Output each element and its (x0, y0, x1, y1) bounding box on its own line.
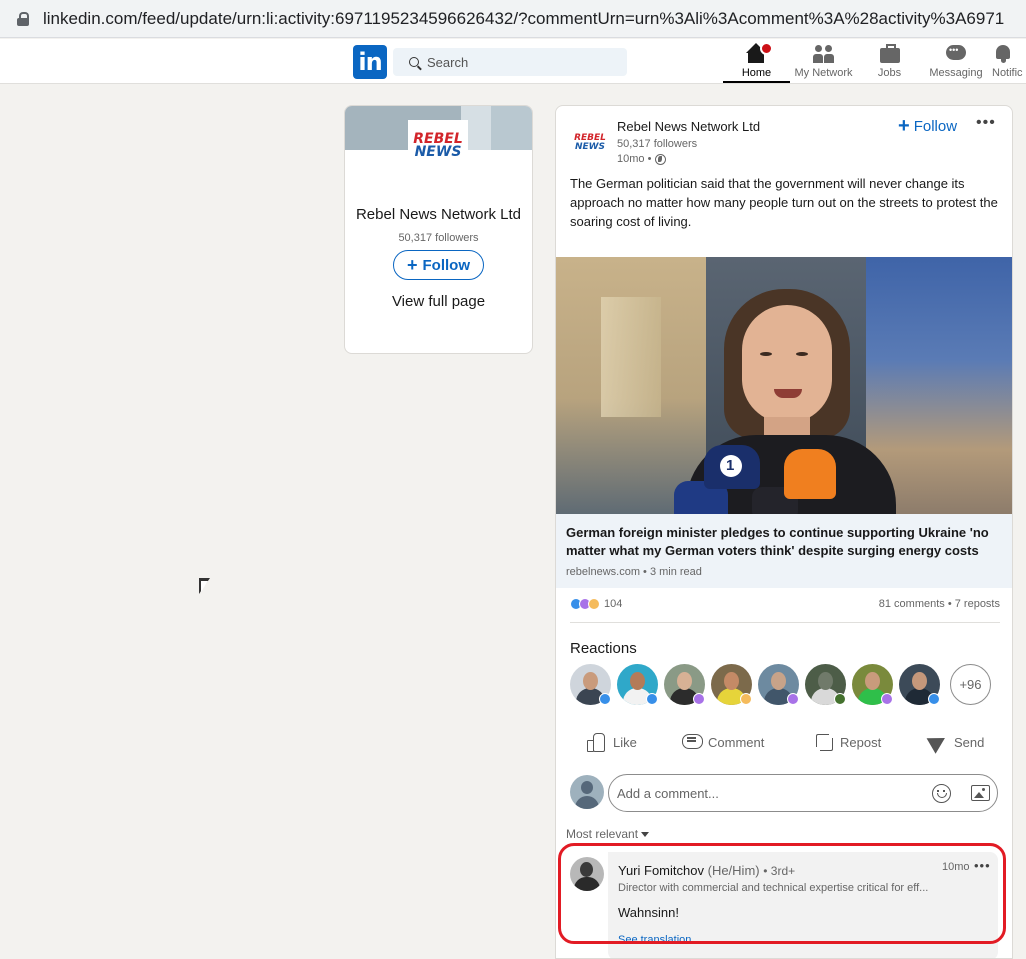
nav-item-my-network[interactable]: My Network (790, 39, 857, 83)
search-icon (409, 57, 419, 67)
search-placeholder[interactable]: Search (427, 55, 468, 70)
post-time-text: 10mo • (617, 153, 652, 165)
top-nav: in Search Home My Network Jobs Messaging… (0, 39, 1026, 84)
article-link[interactable]: German foreign minister pledges to conti… (556, 514, 1012, 588)
like-icon (587, 732, 607, 752)
company-followers: 50,317 followers (398, 232, 479, 244)
view-full-page-link[interactable]: View full page (345, 293, 532, 310)
article-title[interactable]: German foreign minister pledges to conti… (566, 524, 1004, 560)
curious-badge-icon (787, 693, 799, 705)
curious-badge-icon (881, 693, 893, 705)
nav-item-jobs[interactable]: Jobs (857, 39, 922, 83)
insightful-badge-icon (740, 693, 752, 705)
like-badge-icon (646, 693, 658, 705)
like-badge-icon (599, 693, 611, 705)
reactions-title: Reactions (570, 640, 637, 657)
comment-text: Wahnsinn! (618, 905, 679, 920)
send-label: Send (954, 734, 985, 750)
post-time: 10mo • (617, 153, 667, 165)
lock-icon (17, 11, 29, 26)
article-source: rebelnews.com • 3 min read (566, 566, 702, 578)
repost-label: Repost (840, 734, 882, 750)
comment-button[interactable]: Comment (682, 726, 764, 758)
comment-time: 10mo (942, 861, 970, 873)
company-logo[interactable]: REBEL NEWS (408, 120, 468, 172)
more-reactors-button[interactable]: +96 (950, 664, 991, 705)
nav-label-notifications: Notific (992, 67, 1023, 79)
social-counts: 104 81 comments • 7 reposts (570, 596, 1000, 614)
my-avatar[interactable] (570, 775, 604, 809)
like-button[interactable]: Like (587, 726, 637, 758)
repost-button[interactable]: Repost (814, 726, 881, 758)
post-author-logo[interactable]: REBEL NEWS (570, 123, 610, 163)
company-name[interactable]: Rebel News Network Ltd (345, 204, 532, 226)
nav-item-messaging[interactable]: Messaging (922, 39, 990, 83)
follow-label: Follow (422, 256, 471, 274)
notifications-icon (992, 43, 1016, 65)
logo-word-news: NEWS (414, 144, 462, 160)
nav-label-messaging: Messaging (929, 67, 983, 79)
messaging-icon (944, 43, 968, 65)
send-icon (928, 732, 948, 752)
company-banner: REBEL NEWS (345, 106, 532, 172)
company-follow-button[interactable]: + Follow (393, 250, 484, 280)
insightful-reaction-icon (588, 598, 600, 610)
linkedin-logo[interactable]: in (353, 45, 387, 79)
add-comment-box[interactable] (608, 774, 998, 812)
comment-input[interactable] (617, 781, 917, 805)
celebrate-badge-icon (834, 693, 846, 705)
comments-reposts-count[interactable]: 81 comments • 7 reposts (879, 598, 1000, 610)
company-card: REBEL NEWS Rebel News Network Ltd 50,317… (344, 105, 533, 354)
commenter-name-line[interactable]: Yuri Fomitchov (He/Him) • 3rd+ (618, 863, 795, 878)
emoji-icon[interactable] (932, 784, 951, 803)
commenter-name[interactable]: Yuri Fomitchov (618, 863, 704, 878)
home-icon (745, 42, 773, 65)
commenter-headline: Director with commercial and technical e… (618, 882, 929, 894)
jobs-icon (878, 43, 902, 65)
logo-word-news: NEWS (574, 142, 606, 152)
comment-bubble: Yuri Fomitchov (He/Him) • 3rd+ Director … (608, 852, 998, 958)
post-author-name[interactable]: Rebel News Network Ltd (617, 119, 760, 134)
reaction-count-text: 104 (604, 598, 623, 610)
nav-label-jobs: Jobs (877, 67, 902, 79)
plus-icon: + (406, 255, 418, 275)
commenter-degree: • 3rd+ (763, 864, 796, 878)
comment-icon (682, 732, 703, 752)
plus-icon: + (898, 115, 910, 137)
post-more-icon[interactable]: ••• (976, 114, 996, 132)
search-bar[interactable]: Search (393, 48, 627, 76)
globe-icon (655, 153, 667, 165)
commenter-avatar[interactable] (570, 857, 604, 891)
curious-badge-icon (693, 693, 705, 705)
post-actions: Like Comment Repost Send (556, 726, 1012, 758)
nav-item-home[interactable]: Home (723, 39, 790, 83)
sort-label: Most relevant (566, 827, 639, 841)
post-follow-label: Follow (913, 117, 958, 135)
article-image[interactable] (556, 257, 1012, 514)
see-translation-link[interactable]: See translation (618, 934, 691, 946)
repost-icon (814, 732, 834, 752)
comment-label: Comment (708, 734, 765, 750)
post-card: REBEL NEWS Rebel News Network Ltd 50,317… (555, 105, 1013, 959)
nav-label-my-network: My Network (794, 67, 853, 79)
browser-address-bar[interactable]: linkedin.com/feed/update/urn:li:activity… (0, 0, 1026, 38)
reaction-count[interactable]: 104 (570, 598, 622, 610)
caret-down-icon (641, 831, 650, 837)
like-badge-icon (928, 693, 940, 705)
nav-label-home: Home (741, 67, 772, 79)
address-url[interactable]: linkedin.com/feed/update/urn:li:activity… (43, 9, 1004, 29)
commenter-pronouns: (He/Him) (707, 863, 760, 878)
sort-dropdown[interactable]: Most relevant (566, 827, 650, 841)
like-label: Like (613, 734, 637, 750)
image-icon[interactable] (971, 785, 990, 801)
comment-more-icon[interactable]: ••• (974, 858, 991, 873)
post-text: The German politician said that the gove… (570, 176, 998, 229)
divider (570, 622, 1000, 623)
send-button[interactable]: Send (928, 726, 984, 758)
notification-badge (759, 42, 773, 55)
post-author-followers: 50,317 followers (617, 138, 698, 150)
nav-item-notifications[interactable]: Notific (990, 39, 1026, 83)
my-network-icon (812, 43, 836, 65)
post-follow-button[interactable]: + Follow (898, 116, 957, 136)
